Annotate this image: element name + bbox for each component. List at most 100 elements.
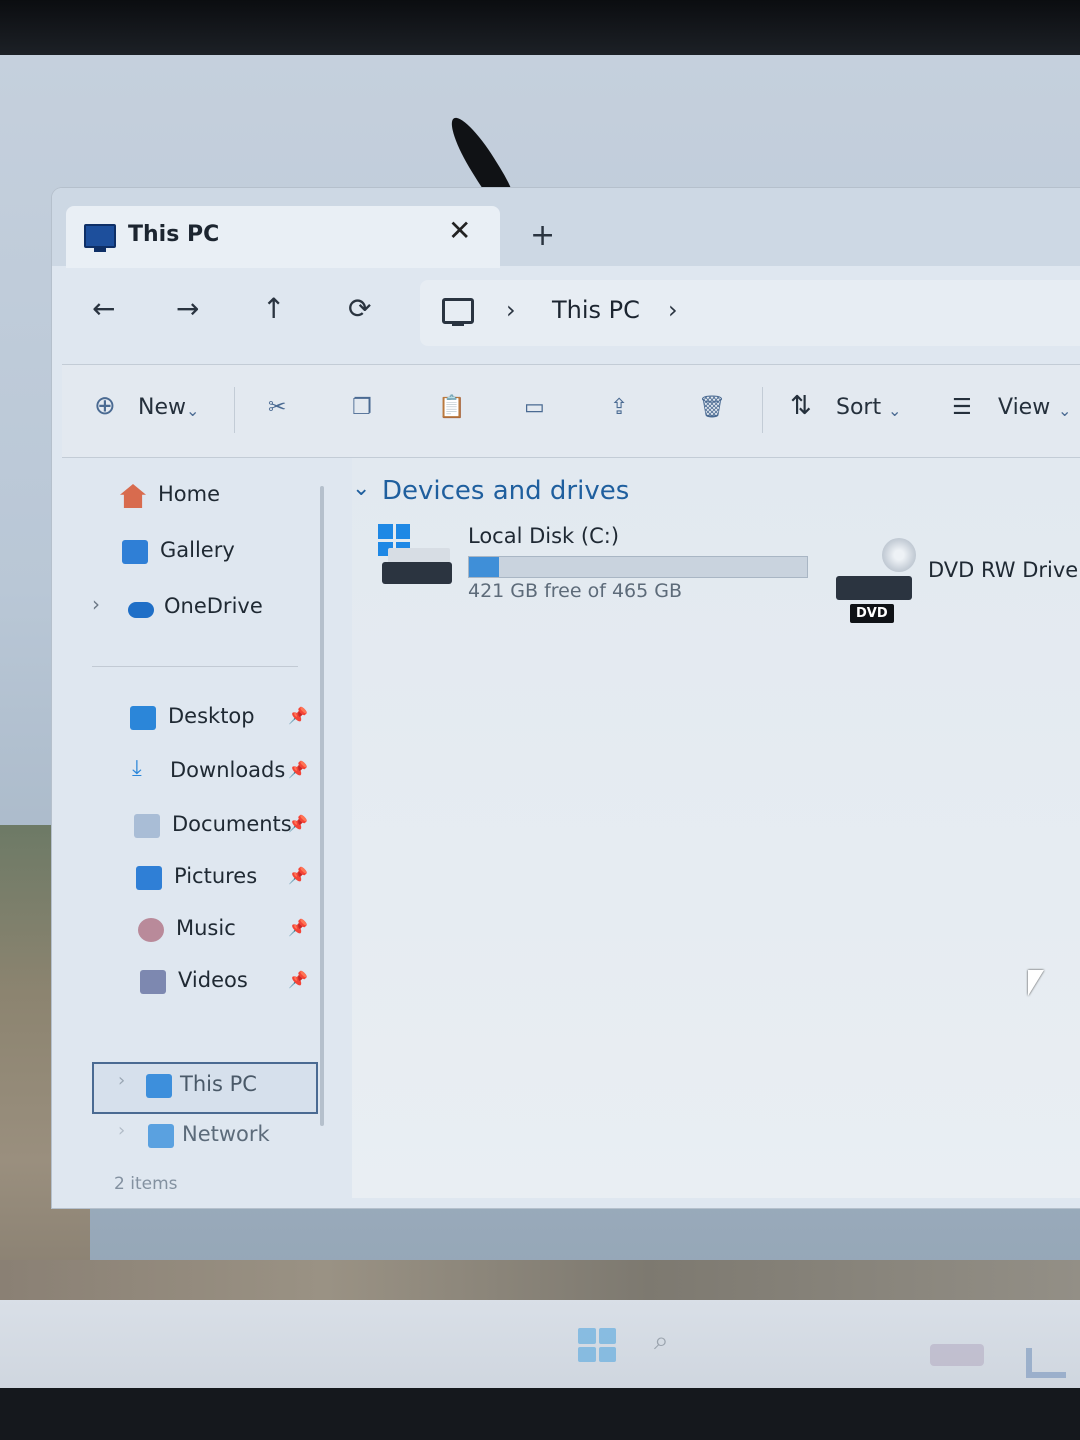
new-button[interactable]: New: [138, 395, 186, 420]
desktop-icon: [130, 706, 156, 730]
sidebar-item-onedrive[interactable]: › OneDrive: [92, 590, 322, 630]
sidebar-item-desktop[interactable]: Desktop 📌: [130, 700, 370, 740]
drive-local-disk-c[interactable]: Local Disk (C:) 421 GB free of 465 GB: [378, 524, 838, 614]
sidebar-item-label: Pictures: [174, 864, 258, 888]
sort-icon[interactable]: ⇅: [790, 391, 812, 421]
pc-icon: [84, 224, 116, 252]
pin-icon[interactable]: 📌: [288, 866, 308, 885]
tray-icon[interactable]: [1026, 1348, 1066, 1378]
search-icon[interactable]: ⌕: [654, 1326, 669, 1357]
navigation-pane-scrollbar[interactable]: [320, 486, 324, 1126]
sidebar-item-label: This PC: [180, 1072, 257, 1096]
pictures-icon: [136, 866, 162, 890]
sidebar-item-label: Desktop: [168, 704, 255, 728]
drive-dvd-rw[interactable]: DVD DVD RW Drive (: [836, 538, 1080, 628]
sidebar-item-downloads[interactable]: ⤓ Downloads 📌: [132, 754, 372, 794]
back-button[interactable]: ←: [92, 292, 115, 325]
sidebar-item-gallery[interactable]: Gallery: [122, 534, 322, 574]
tray-icon[interactable]: [930, 1344, 984, 1366]
dvd-drive-icon: [836, 576, 912, 600]
navigation-bar: ← → ↑ ⟳ › This PC ›: [58, 270, 1080, 360]
taskbar: ⌕: [0, 1300, 1080, 1390]
sidebar-item-label: Network: [182, 1122, 270, 1146]
group-header[interactable]: Devices and drives: [382, 476, 629, 506]
new-tab-button[interactable]: +: [530, 218, 555, 253]
sidebar-item-music[interactable]: Music 📌: [138, 912, 378, 952]
drive-usage-fill: [469, 557, 500, 577]
share-icon[interactable]: ⇪: [610, 395, 628, 420]
close-icon[interactable]: ✕: [448, 214, 471, 247]
breadcrumb-this-pc[interactable]: This PC: [552, 296, 640, 324]
refresh-button[interactable]: ⟳: [348, 292, 371, 325]
mouse-cursor: [1028, 970, 1044, 996]
download-icon: ⤓: [132, 756, 142, 781]
cloud-icon: [128, 602, 154, 618]
sidebar-item-label: Downloads: [170, 758, 286, 782]
delete-icon[interactable]: 🗑: [698, 395, 726, 420]
content-area: ⌄ Devices and drives Local Disk (C:) 421…: [352, 458, 1080, 1198]
sidebar-item-videos[interactable]: Videos 📌: [140, 964, 380, 1004]
tab-this-pc[interactable]: This PC ✕: [66, 206, 500, 268]
sidebar-item-label: Documents: [172, 812, 292, 836]
chevron-right-icon[interactable]: ›: [668, 296, 678, 324]
sidebar-item-label: Home: [158, 482, 221, 506]
view-icon[interactable]: ☰: [952, 395, 972, 420]
chevron-down-icon[interactable]: ⌄: [352, 476, 370, 501]
file-explorer-window: This PC ✕ + ← → ↑ ⟳ › This PC › ⊕ New ⌄ …: [52, 188, 1080, 1208]
sidebar-item-home[interactable]: Home: [120, 478, 320, 518]
cut-icon[interactable]: ✂: [268, 395, 286, 420]
chevron-right-icon[interactable]: ›: [92, 592, 100, 616]
chevron-down-icon[interactable]: ⌄: [888, 401, 901, 420]
pc-icon: [146, 1074, 172, 1098]
dvd-badge: DVD: [850, 604, 894, 623]
drive-name: Local Disk (C:): [468, 524, 620, 548]
drive-free-space: 421 GB free of 465 GB: [468, 580, 683, 602]
music-icon: [138, 918, 164, 942]
chevron-down-icon[interactable]: ⌄: [1058, 401, 1071, 420]
drive-usage-bar: [468, 556, 808, 578]
pin-icon[interactable]: 📌: [288, 918, 308, 937]
command-bar: ⊕ New ⌄ ✂ ❐ 📋 ▭ ⇪ 🗑 ⇅ Sort ⌄ ☰ View ⌄: [62, 364, 1080, 458]
forward-button[interactable]: →: [176, 292, 199, 325]
network-icon: [148, 1124, 174, 1148]
sidebar-item-label: Videos: [178, 968, 248, 992]
address-bar[interactable]: › This PC ›: [420, 280, 1080, 346]
monitor-bezel-top: [0, 0, 1080, 58]
documents-icon: [134, 814, 160, 838]
start-button[interactable]: [578, 1328, 616, 1362]
paste-icon[interactable]: 📋: [438, 395, 465, 420]
pin-icon[interactable]: 📌: [288, 760, 308, 779]
sidebar-item-pictures[interactable]: Pictures 📌: [136, 860, 376, 900]
tab-bar: This PC ✕ +: [52, 188, 1080, 268]
rename-icon[interactable]: ▭: [524, 395, 545, 420]
sort-button[interactable]: Sort: [836, 395, 881, 420]
home-icon: [120, 484, 146, 508]
sidebar-item-label: Gallery: [160, 538, 235, 562]
toolbar-separator: [762, 387, 763, 433]
disc-icon: [882, 538, 916, 572]
videos-icon: [140, 970, 166, 994]
tab-title: This PC: [128, 222, 220, 247]
chevron-down-icon[interactable]: ⌄: [186, 401, 199, 420]
monitor-bezel-bottom: [0, 1388, 1080, 1440]
view-button[interactable]: View: [998, 395, 1050, 420]
pin-icon[interactable]: 📌: [288, 706, 308, 725]
toolbar-separator: [234, 387, 235, 433]
pin-icon[interactable]: 📌: [288, 970, 308, 989]
copy-icon[interactable]: ❐: [352, 395, 372, 420]
sidebar-item-network[interactable]: › Network: [118, 1118, 338, 1158]
sidebar-item-documents[interactable]: Documents 📌: [134, 808, 374, 848]
gallery-icon: [122, 540, 148, 564]
chevron-right-icon[interactable]: ›: [118, 1120, 125, 1141]
hard-drive-body: [382, 562, 452, 584]
pin-icon[interactable]: 📌: [288, 814, 308, 833]
up-button[interactable]: ↑: [262, 292, 285, 325]
plus-circle-icon[interactable]: ⊕: [94, 391, 116, 421]
navigation-pane: Home Gallery › OneDrive Desktop 📌 ⤓ Down…: [66, 458, 336, 1198]
chevron-right-icon[interactable]: ›: [506, 296, 516, 324]
sidebar-divider: [92, 666, 298, 667]
sidebar-item-this-pc[interactable]: › This PC: [118, 1068, 338, 1108]
status-item-count: 2 items: [114, 1174, 178, 1194]
drive-name: DVD RW Drive (: [928, 558, 1080, 582]
chevron-right-icon[interactable]: ›: [118, 1070, 125, 1091]
